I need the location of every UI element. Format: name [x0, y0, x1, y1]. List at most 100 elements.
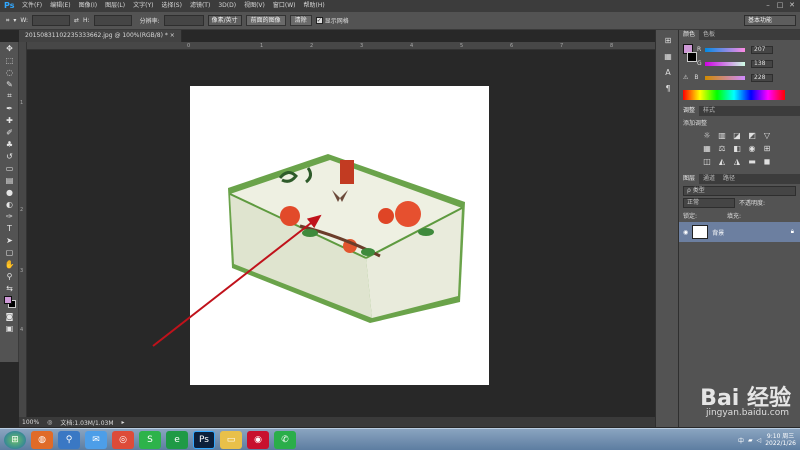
layer-name[interactable]: 背景	[712, 228, 724, 237]
channel-mixer-icon[interactable]: ⊞	[761, 144, 773, 154]
tab-swatches[interactable]: 色板	[699, 30, 719, 40]
layer-filter-select[interactable]: ρ 类型	[683, 186, 796, 196]
gradient-map-icon[interactable]: ▬	[746, 157, 758, 167]
marquee-tool-icon[interactable]: ⬚	[0, 54, 19, 66]
crop-tool-icon[interactable]: ⌗	[6, 17, 9, 25]
tab-paths[interactable]: 路径	[719, 174, 739, 184]
lasso-tool-icon[interactable]: ◌	[0, 66, 19, 78]
show-grid-checkbox[interactable]: ✓	[315, 17, 323, 24]
eraser-tool-icon[interactable]: ▭	[0, 162, 19, 174]
threshold-icon[interactable]: ◮	[731, 157, 743, 167]
menu-file[interactable]: 文件(F)	[18, 0, 46, 12]
selective-color-icon[interactable]: ◼	[761, 157, 773, 167]
menu-layer[interactable]: 图层(L)	[101, 0, 129, 12]
vibrance-icon[interactable]: ▽	[761, 131, 773, 141]
wps-sheet-icon[interactable]: S	[139, 430, 161, 449]
width-field[interactable]	[32, 15, 71, 26]
red-slider[interactable]	[705, 47, 745, 52]
red-value[interactable]: 207	[751, 45, 773, 54]
tab-channels[interactable]: 通道	[699, 174, 719, 184]
file-explorer-icon[interactable]: ▭	[220, 430, 242, 449]
character-panel-icon[interactable]: A	[659, 66, 677, 78]
brush-tool-icon[interactable]: ✐	[0, 126, 19, 138]
green-slider[interactable]	[705, 61, 745, 66]
panel-background-swatch[interactable]	[687, 52, 697, 62]
invert-icon[interactable]: ◫	[701, 157, 713, 167]
type-tool-icon[interactable]: T	[0, 222, 19, 234]
wechat-icon[interactable]: ✆	[274, 430, 296, 449]
chrome-icon[interactable]: ◎	[112, 430, 134, 449]
crop-tool-icon[interactable]: ⌗	[0, 90, 19, 102]
volume-icon[interactable]: ◁	[757, 437, 762, 444]
layer-row-background[interactable]: ◉ 背景 🔒︎	[679, 222, 800, 242]
color-spectrum[interactable]	[683, 90, 785, 100]
status-menu-icon[interactable]: ▸	[122, 419, 125, 426]
tool-preset-dropdown-icon[interactable]: ▾	[13, 17, 16, 24]
move-tool-icon[interactable]: ✥	[0, 42, 19, 54]
green-value[interactable]: 138	[751, 59, 773, 68]
network-icon[interactable]: ▰	[748, 437, 753, 444]
healing-brush-tool-icon[interactable]: ✚	[0, 114, 19, 126]
brightness-icon[interactable]: ☼	[701, 131, 713, 141]
ime-indicator[interactable]: 中	[738, 436, 744, 445]
menu-window[interactable]: 窗口(W)	[269, 0, 300, 12]
visibility-eye-icon[interactable]: ◉	[683, 229, 688, 236]
photoshop-taskbar-icon[interactable]: Ps	[193, 430, 215, 449]
blur-tool-icon[interactable]: ●	[0, 186, 19, 198]
shape-tool-icon[interactable]: ▢	[0, 246, 19, 258]
gradient-tool-icon[interactable]: ▤	[0, 174, 19, 186]
menu-3d[interactable]: 3D(D)	[214, 0, 240, 12]
menu-edit[interactable]: 编辑(E)	[46, 0, 74, 12]
paragraph-panel-icon[interactable]: ¶	[659, 82, 677, 94]
path-select-tool-icon[interactable]: ➤	[0, 234, 19, 246]
workspace-select[interactable]: 基本功能	[744, 15, 796, 26]
history-brush-tool-icon[interactable]: ↺	[0, 150, 19, 162]
360-browser-icon[interactable]: ◍	[31, 430, 53, 449]
show-grid-toggle[interactable]: ✓ 显示网格	[315, 16, 349, 25]
zoom-tool-icon[interactable]: ⚲	[0, 270, 19, 282]
blue-slider[interactable]	[705, 75, 745, 80]
unit-select[interactable]: 像素/英寸	[207, 15, 242, 26]
maximize-icon[interactable]: □	[774, 0, 786, 11]
mail-icon[interactable]: ✉	[85, 430, 107, 449]
blue-value[interactable]: 228	[751, 73, 773, 82]
pen-tool-icon[interactable]: ✑	[0, 210, 19, 222]
menu-type[interactable]: 文字(Y)	[129, 0, 157, 12]
hand-tool-icon[interactable]: ✋	[0, 258, 19, 270]
properties-panel-icon[interactable]: ▦	[659, 50, 677, 62]
clone-stamp-tool-icon[interactable]: ♣	[0, 138, 19, 150]
screen-mode-icon[interactable]: ▣	[0, 322, 19, 334]
height-field[interactable]	[93, 15, 132, 26]
menu-help[interactable]: 帮助(H)	[300, 0, 329, 12]
tab-layers[interactable]: 图层	[679, 174, 700, 184]
system-clock[interactable]: 9:10 周三 2022/1/26	[765, 433, 796, 447]
search-icon[interactable]: ⚲	[58, 430, 80, 449]
resolution-field[interactable]	[163, 15, 204, 26]
swap-colors-icon[interactable]: ⇆	[0, 282, 19, 294]
tab-styles[interactable]: 样式	[699, 106, 719, 116]
clear-button[interactable]: 清除	[289, 15, 312, 26]
tab-adjustments[interactable]: 调整	[679, 106, 700, 116]
hue-saturation-icon[interactable]: ▦	[701, 144, 713, 154]
photo-filter-icon[interactable]: ◉	[746, 144, 758, 154]
quick-select-tool-icon[interactable]: ✎	[0, 78, 19, 90]
tab-color[interactable]: 颜色	[679, 30, 700, 40]
levels-icon[interactable]: ▥	[716, 131, 728, 141]
zoom-level[interactable]: 100%	[22, 419, 39, 426]
document-tab[interactable]: 20150831102235333662.jpg @ 100%(RGB/8) *…	[19, 30, 182, 42]
posterize-icon[interactable]: ◭	[716, 157, 728, 167]
dodge-tool-icon[interactable]: ◐	[0, 198, 19, 210]
canvas-area[interactable]	[28, 50, 655, 417]
menu-select[interactable]: 选择(S)	[157, 0, 186, 12]
exposure-icon[interactable]: ◩	[746, 131, 758, 141]
curves-icon[interactable]: ◪	[731, 131, 743, 141]
history-panel-icon[interactable]: ⊞	[659, 34, 677, 46]
menu-view[interactable]: 视图(V)	[240, 0, 269, 12]
minimize-icon[interactable]: –	[762, 0, 774, 11]
quick-mask-icon[interactable]: ◙	[0, 310, 19, 322]
eyedropper-tool-icon[interactable]: ✒	[0, 102, 19, 114]
close-icon[interactable]: ✕	[786, 0, 798, 11]
menu-image[interactable]: 图像(I)	[75, 0, 101, 12]
color-balance-icon[interactable]: ⚖	[716, 144, 728, 154]
black-white-icon[interactable]: ◧	[731, 144, 743, 154]
